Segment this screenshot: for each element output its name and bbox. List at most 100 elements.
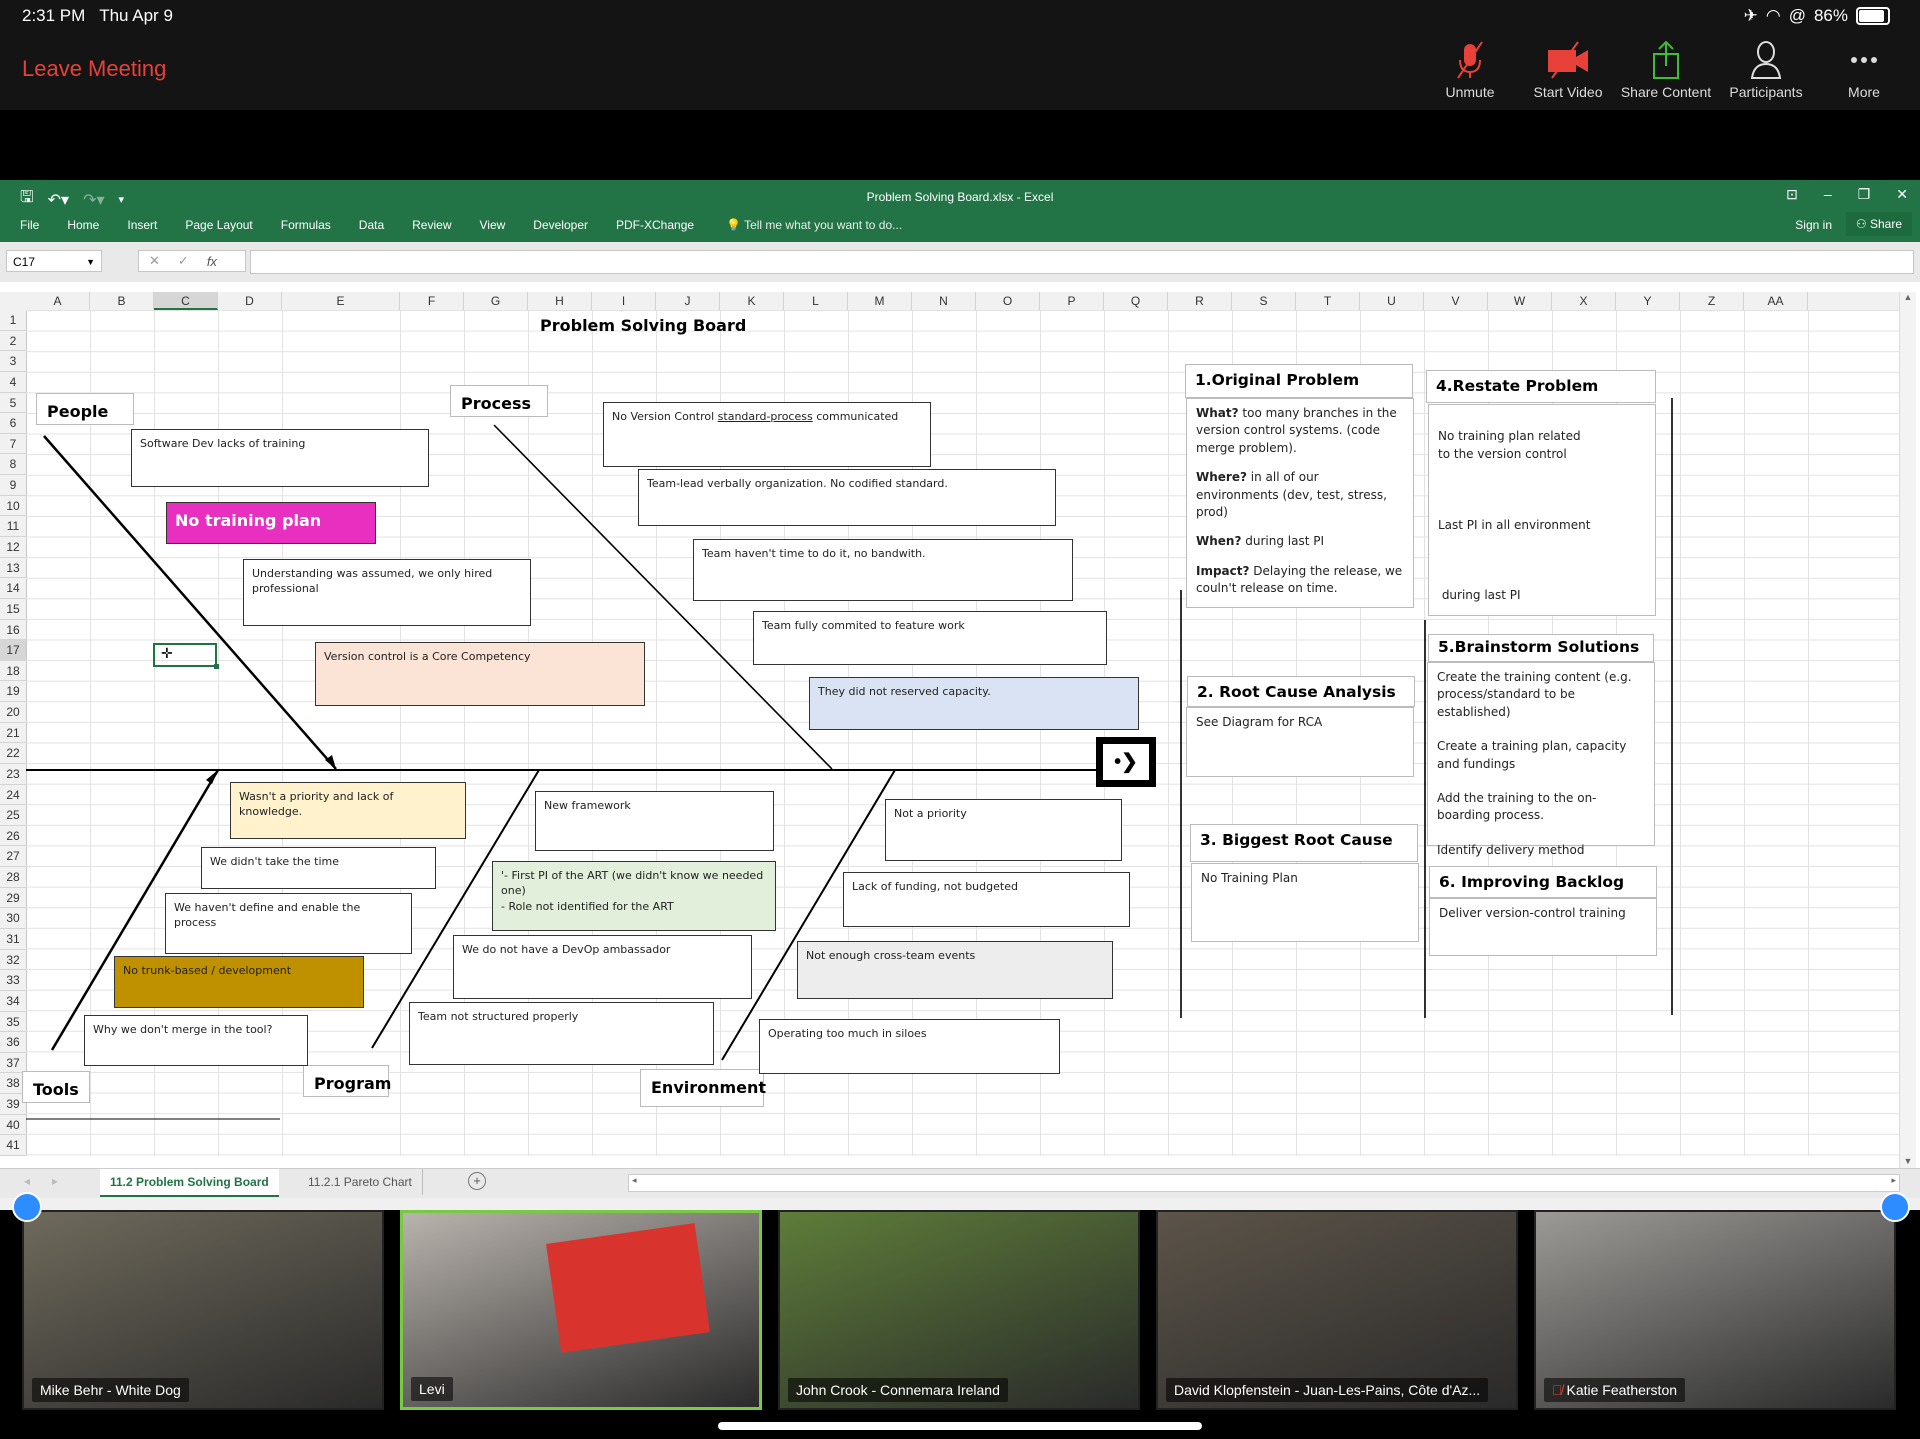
tab-scroll-right-icon[interactable]: ▸ xyxy=(52,1174,58,1188)
sheet-tab-pareto-chart[interactable]: 11.2.1 Pareto Chart xyxy=(298,1169,423,1195)
vertical-scrollbar[interactable]: ▲ ▼ xyxy=(1899,292,1916,1168)
more-dots-icon xyxy=(1851,57,1877,63)
share-content-button[interactable]: Share Content xyxy=(1618,40,1714,100)
solution-item: Add the training to the on-boarding proc… xyxy=(1437,790,1597,823)
fish-head-problem-box: •❯ xyxy=(1096,737,1156,787)
participant-tile[interactable]: 🎙̸ Katie Featherston xyxy=(1534,1210,1896,1410)
leave-meeting-button[interactable]: Leave Meeting xyxy=(22,56,166,82)
category-tools: Tools xyxy=(22,1071,90,1103)
participants-label: Participants xyxy=(1729,84,1803,100)
panel-improving-backlog-body: Deliver version-control training xyxy=(1429,898,1657,956)
scroll-up-icon[interactable]: ▲ xyxy=(1900,292,1916,302)
scroll-right-icon[interactable]: ▸ xyxy=(1891,1175,1896,1186)
what-label: What? xyxy=(1196,406,1239,420)
process-cause-1-text: No Version Control xyxy=(612,410,718,423)
panel-biggest-root-cause-body: No Training Plan xyxy=(1191,863,1419,942)
participant-name: Levi xyxy=(411,1377,453,1401)
participant-name: David Klopfenstein - Juan-Les-Pains, Côt… xyxy=(1166,1378,1489,1402)
problem-solving-board: Problem Solving Board People Process Too… xyxy=(0,180,1920,1210)
participant-name-text: Katie Featherston xyxy=(1566,1382,1678,1398)
participant-name-text: John Crook - Connemara Ireland xyxy=(796,1382,1000,1398)
tools-cause-5: Why we don't merge in the tool? xyxy=(84,1015,308,1066)
participant-name-text: Mike Behr - White Dog xyxy=(40,1382,181,1398)
participant-tile[interactable]: David Klopfenstein - Juan-Les-Pains, Côt… xyxy=(1156,1210,1518,1410)
time-text: 2:31 PM xyxy=(22,6,86,25)
scroll-left-icon[interactable]: ◂ xyxy=(632,1175,637,1186)
start-video-button[interactable]: Start Video xyxy=(1520,40,1616,100)
participant-name: 🎙̸ Katie Featherston xyxy=(1544,1378,1686,1402)
program-cause-1: New framework xyxy=(535,791,774,851)
when-value: during last PI xyxy=(1241,534,1324,549)
solution-item: Identify delivery method xyxy=(1437,842,1585,857)
participant-name: Mike Behr - White Dog xyxy=(32,1378,189,1402)
scroll-down-icon[interactable]: ▼ xyxy=(1900,1156,1916,1166)
participant-tile[interactable]: Mike Behr - White Dog xyxy=(22,1210,384,1410)
start-video-label: Start Video xyxy=(1533,84,1603,100)
panel-root-cause-analysis-title: 2. Root Cause Analysis xyxy=(1187,676,1415,707)
participant-gallery: Mike Behr - White Dog Levi John Crook - … xyxy=(0,1192,1920,1439)
selected-cell-c17[interactable]: ✛ xyxy=(153,643,219,669)
where-line: Where? in all of our environments (dev, … xyxy=(1196,469,1404,521)
tools-cause-1: Wasn't a priority and lack of knowledge. xyxy=(230,782,466,839)
horizontal-scrollbar[interactable]: ◂ ▸ xyxy=(628,1174,1900,1192)
participants-button[interactable]: Participants xyxy=(1718,40,1814,100)
battery-percent: 86% xyxy=(1813,6,1848,25)
add-sheet-icon[interactable]: + xyxy=(468,1172,486,1190)
panel-biggest-root-cause-title: 3. Biggest Root Cause xyxy=(1190,824,1418,862)
tools-cause-4: No trunk-based / development xyxy=(114,956,364,1008)
tools-cause-2: We didn't take the time xyxy=(201,847,436,889)
sheet-tab-problem-solving-board[interactable]: 11.2 Problem Solving Board xyxy=(100,1169,279,1197)
tab-scroll-left-icon[interactable]: ◂ xyxy=(24,1174,30,1188)
excel-window: 🖫 ↶▾ ↷▾ ▾ Problem Solving Board.xlsx - E… xyxy=(0,180,1920,1210)
impact-line: Impact? Delaying the release, we couln't… xyxy=(1196,563,1404,598)
more-button[interactable]: More xyxy=(1816,40,1912,100)
more-label: More xyxy=(1848,84,1880,100)
cell-cursor-icon: ✛ xyxy=(161,645,173,661)
battery-icon xyxy=(1856,7,1890,25)
what-line: What? too many branches in the version c… xyxy=(1196,405,1404,457)
restate-what: No training plan related to the version … xyxy=(1438,429,1581,461)
environment-cause-2: Lack of funding, not budgeted xyxy=(843,872,1130,927)
airplane-icon: ✈ xyxy=(1743,6,1758,25)
panel-restate-problem-title: 4.Restate Problem xyxy=(1426,370,1656,403)
panel-restate-problem-body: No training plan related to the version … xyxy=(1428,404,1656,673)
people-cause-3: Understanding was assumed, we only hired… xyxy=(243,559,531,626)
restate-where: Last PI in all environment xyxy=(1438,517,1591,532)
program-cause-3: We do not have a DevOp ambassador xyxy=(453,935,752,999)
program-cause-4: Team not structured properly xyxy=(409,1002,714,1065)
microphone-muted-icon xyxy=(1457,41,1483,79)
panel-improving-backlog-title: 6. Improving Backlog xyxy=(1429,866,1657,898)
category-program: Program xyxy=(303,1065,391,1097)
people-cause-4: Version control is a Core Competency xyxy=(315,642,645,706)
tools-arrowhead xyxy=(206,770,218,784)
participants-icon xyxy=(1750,41,1782,79)
panel-brainstorm-solutions-body: Create the training content (e.g. proces… xyxy=(1427,662,1655,857)
unmute-button[interactable]: Unmute xyxy=(1422,40,1518,100)
date-text: Thu Apr 9 xyxy=(99,6,173,25)
status-indicators: ✈ ◠ @ 86% xyxy=(1744,6,1890,26)
environment-cause-3: Not enough cross-team events xyxy=(797,941,1113,999)
participant-tile[interactable]: John Crook - Connemara Ireland xyxy=(778,1210,1140,1410)
fill-handle[interactable] xyxy=(214,664,219,669)
environment-cause-4: Operating too much in siloes xyxy=(759,1019,1060,1074)
participant-name-text: Levi xyxy=(419,1381,445,1397)
panel-original-problem-title: 1.Original Problem xyxy=(1185,364,1413,398)
unmute-label: Unmute xyxy=(1445,84,1495,100)
gallery-view-toggle-icon[interactable] xyxy=(12,1192,42,1222)
process-cause-1: No Version Control standard-process comm… xyxy=(603,402,931,467)
when-line: When? during last PI xyxy=(1196,533,1404,550)
orientation-lock-icon: @ xyxy=(1788,6,1806,25)
category-people: People xyxy=(36,393,134,425)
panel-original-problem-body: What? too many branches in the version c… xyxy=(1186,398,1414,608)
share-content-label: Share Content xyxy=(1620,84,1712,100)
home-indicator[interactable] xyxy=(718,1422,1202,1430)
wifi-icon: ◠ xyxy=(1765,6,1781,25)
solution-item: Create the training content (e.g. proces… xyxy=(1437,670,1632,719)
people-cause-1: Software Dev lacks of training xyxy=(131,429,429,487)
hide-gallery-minimize-icon[interactable] xyxy=(1880,1192,1910,1222)
participant-tile-active-speaker[interactable]: Levi xyxy=(400,1210,762,1410)
excel-status-bar xyxy=(0,1198,1920,1210)
video-off-icon xyxy=(1548,41,1588,79)
program-cause-2: '- First PI of the ART (we didn't know w… xyxy=(492,861,776,931)
participant-name-text: David Klopfenstein - Juan-Les-Pains, Côt… xyxy=(1174,1382,1481,1398)
